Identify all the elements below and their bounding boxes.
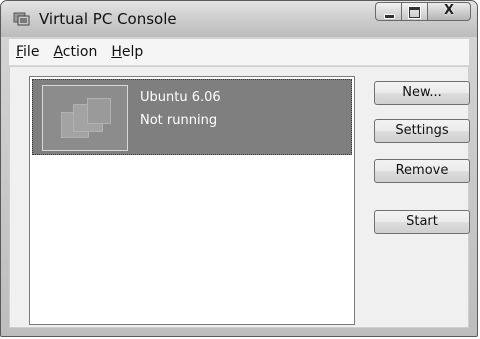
settings-button[interactable]: Settings: [374, 119, 470, 143]
vm-list-item[interactable]: Ubuntu 6.06 Not running: [32, 79, 352, 155]
close-icon: X: [443, 3, 455, 18]
window-title: Virtual PC Console: [39, 10, 177, 28]
menu-help[interactable]: Help: [104, 44, 150, 60]
new-button[interactable]: New...: [374, 81, 470, 105]
vm-name: Ubuntu 6.06: [140, 90, 221, 105]
menu-file-rest: ile: [23, 44, 40, 60]
menu-action-rest: ction: [62, 44, 98, 60]
close-button[interactable]: X: [427, 2, 471, 21]
minimize-button[interactable]: [375, 2, 401, 21]
vm-thumbnail-icon: [42, 85, 128, 151]
start-button[interactable]: Start: [374, 210, 470, 234]
caption-buttons: X: [375, 2, 471, 22]
maximize-icon: [409, 7, 420, 18]
remove-button[interactable]: Remove: [374, 159, 470, 183]
menu-bar: File Action Help: [9, 39, 469, 66]
vm-status: Not running: [140, 113, 218, 128]
menu-action[interactable]: Action: [46, 44, 104, 60]
console-content: Ubuntu 6.06 Not running New... Settings …: [9, 66, 470, 328]
minimize-icon: [384, 14, 395, 19]
virtual-machine-list[interactable]: Ubuntu 6.06 Not running: [29, 76, 355, 325]
virtual-pc-icon: [13, 12, 30, 26]
menu-help-mnemonic: H: [111, 44, 122, 60]
menu-action-mnemonic: A: [53, 44, 63, 60]
menu-help-rest: elp: [121, 44, 144, 60]
menu-file[interactable]: File: [9, 44, 46, 60]
menu-file-mnemonic: F: [16, 44, 24, 60]
maximize-button[interactable]: [401, 2, 427, 21]
virtual-pc-console-window: Virtual PC Console X File Action Help Ub…: [0, 0, 478, 337]
title-bar[interactable]: Virtual PC Console X: [1, 1, 477, 37]
